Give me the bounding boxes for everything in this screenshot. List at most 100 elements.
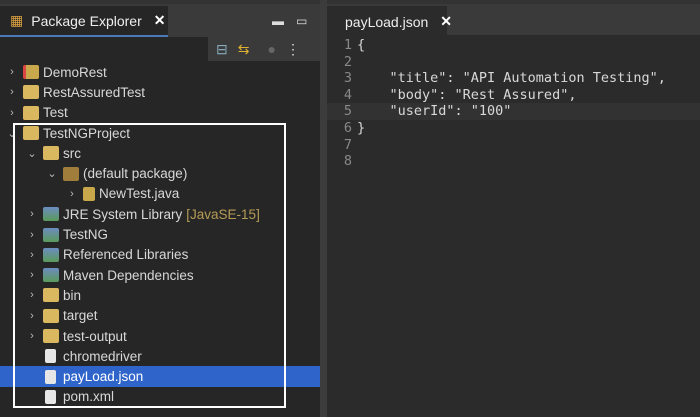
line-text: "body": "Rest Assured", (357, 86, 577, 103)
editor-tabbar: payLoad.json ✕ (327, 0, 700, 37)
view-menu-icon[interactable]: ⋮ (286, 41, 300, 58)
source-folder-icon (43, 146, 59, 161)
tree-item-label: Referenced Libraries (63, 247, 189, 263)
tree-item[interactable]: ⌄ src (0, 143, 320, 163)
maximize-button[interactable]: ▭ (296, 14, 307, 28)
expand-arrow-icon[interactable]: › (26, 229, 38, 241)
project-warning-icon (23, 85, 39, 100)
library-icon (43, 227, 59, 242)
tree-item[interactable]: › Maven Dependencies (0, 265, 320, 285)
line-number: 8 (343, 153, 352, 170)
expand-arrow-icon[interactable]: › (26, 208, 38, 220)
library-icon (43, 247, 59, 262)
library-icon (43, 268, 59, 283)
tab-package-explorer[interactable]: ▦ Package Explorer ✕ (0, 6, 168, 37)
tree-item[interactable]: ⌄ (default package) (0, 163, 320, 183)
line-number: 2 (343, 53, 352, 70)
tree-item-label: DemoRest (43, 64, 107, 80)
tree-item[interactable]: › JRE System Library [JavaSE-15] (0, 204, 320, 224)
explorer-toolbar: ⊟ ⇆ ● ⋮ (208, 37, 320, 61)
tree-item-label: target (63, 308, 98, 324)
tree-item-label: payLoad.json (63, 369, 144, 385)
tree-item[interactable]: pom.xml (0, 387, 320, 407)
link-with-editor-icon[interactable]: ⇆ (238, 41, 250, 58)
project-error-icon (23, 65, 39, 80)
expand-arrow-icon[interactable]: › (66, 188, 78, 200)
expand-arrow-icon[interactable]: ⌄ (26, 147, 38, 160)
project-tree: › DemoRest › RestAssuredTest › Test ⌄ TestNGPro… (0, 62, 320, 407)
tree-item[interactable]: › bin (0, 285, 320, 305)
tree-item-label: RestAssuredTest (43, 84, 146, 100)
tree-item[interactable]: payLoad.json (0, 366, 320, 387)
code-line[interactable]: 5 "userId": "100" (327, 103, 700, 120)
code-line[interactable]: 6} (327, 120, 700, 137)
folder-icon (43, 288, 59, 303)
line-text: { (357, 37, 366, 53)
tree-item[interactable]: › Test (0, 103, 320, 123)
file-icon (45, 389, 56, 404)
close-icon[interactable]: ✕ (154, 12, 166, 29)
file-icon (45, 349, 56, 364)
tree-item[interactable]: › target (0, 306, 320, 326)
expand-arrow-icon[interactable]: › (26, 310, 38, 322)
tree-item[interactable]: › DemoRest (0, 62, 320, 82)
tree-item[interactable]: chromedriver (0, 346, 320, 366)
tree-item-label: test-output (63, 328, 127, 344)
code-line[interactable]: 3 "title": "API Automation Testing", (327, 70, 700, 87)
code-line[interactable]: 7 (327, 137, 700, 154)
java-file-icon (83, 186, 95, 201)
tab-payload-json[interactable]: payLoad.json ✕ (327, 6, 452, 37)
tree-item[interactable]: › test-output (0, 326, 320, 346)
tree-item[interactable]: › TestNG (0, 224, 320, 244)
line-number: 7 (343, 136, 352, 153)
project-warning-icon (23, 126, 39, 141)
panel-divider[interactable] (320, 0, 327, 417)
expand-arrow-icon[interactable]: › (26, 249, 38, 261)
tree-item-label: Maven Dependencies (63, 267, 194, 283)
tree-item[interactable]: › RestAssuredTest (0, 82, 320, 102)
code-line[interactable]: 8 (327, 153, 700, 170)
tree-item-decoration: [JavaSE-15] (186, 206, 260, 222)
code-editor[interactable]: 1{2 3 "title": "API Automation Testing", 4… (327, 37, 700, 170)
expand-arrow-icon[interactable]: › (6, 86, 18, 98)
expand-arrow-icon[interactable]: › (6, 66, 18, 78)
editor-panel: payLoad.json ✕ 1{2 3 "title": "API Automa… (327, 0, 700, 417)
expand-arrow-icon[interactable]: › (26, 289, 38, 301)
code-line[interactable]: 4 "body": "Rest Assured", (327, 87, 700, 104)
collapse-all-icon[interactable]: ⊟ (216, 41, 228, 58)
line-number: 3 (343, 70, 352, 87)
package-explorer-panel: ▦ Package Explorer ✕ ▬ ▭ ⊟ ⇆ ● ⋮ › DemoRe… (0, 0, 320, 417)
expand-arrow-icon[interactable]: ⌄ (6, 127, 18, 140)
tree-item-label: JRE System Library (63, 206, 183, 222)
expand-arrow-icon[interactable]: › (6, 107, 18, 119)
minimize-button[interactable]: ▬ (272, 14, 284, 28)
filter-icon[interactable]: ● (267, 41, 275, 57)
line-text: "title": "API Automation Testing", (357, 70, 666, 87)
tree-item-label: TestNGProject (43, 125, 131, 141)
project-warning-icon (23, 105, 39, 120)
line-number: 1 (343, 37, 352, 53)
tree-item[interactable]: ⌄ TestNGProject (0, 123, 320, 143)
expand-arrow-icon[interactable]: › (26, 330, 38, 342)
code-line[interactable]: 1{ (327, 37, 700, 54)
tree-item-label: pom.xml (63, 389, 115, 405)
file-icon (45, 369, 56, 384)
tab-label: Package Explorer (31, 12, 142, 29)
tree-item[interactable]: › NewTest.java (0, 184, 320, 204)
package-icon (63, 166, 79, 181)
tree-item-label: (default package) (83, 166, 188, 182)
line-number: 6 (343, 119, 352, 136)
expand-arrow-icon[interactable]: › (26, 269, 38, 281)
line-text: "userId": "100" (357, 103, 512, 120)
expand-arrow-icon[interactable]: ⌄ (46, 167, 58, 180)
tab-label: payLoad.json (345, 13, 429, 30)
tree-item[interactable]: › Referenced Libraries (0, 245, 320, 265)
tree-item-label: NewTest.java (99, 186, 180, 202)
close-icon[interactable]: ✕ (440, 13, 452, 30)
tree-item-label: src (63, 145, 81, 161)
line-number: 4 (343, 86, 352, 103)
code-line[interactable]: 2 (327, 54, 700, 71)
tree-item-label: Test (43, 105, 68, 121)
tree-item-label: TestNG (63, 227, 109, 243)
line-text: } (357, 119, 366, 136)
